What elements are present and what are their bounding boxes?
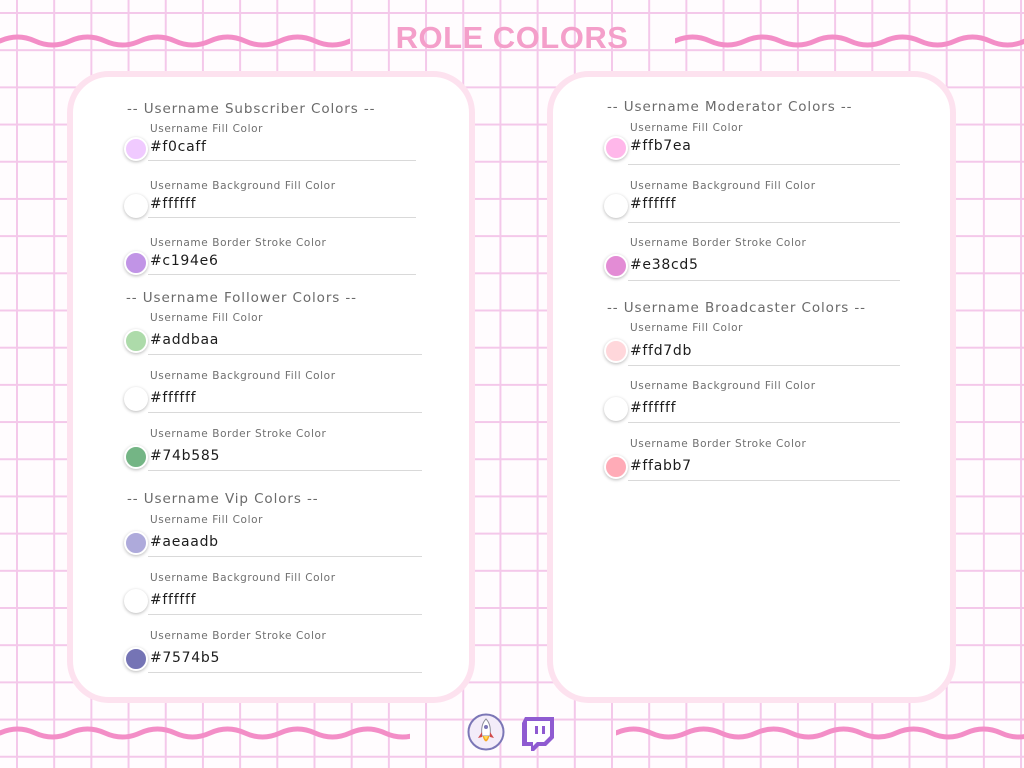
field-label: Username Border Stroke Color [630,438,807,450]
vip-fill-color-field[interactable]: Username Fill Color #aeaadb [124,514,424,570]
field-underline [148,412,422,413]
field-label: Username Background Fill Color [150,572,336,584]
color-swatch[interactable] [124,251,148,275]
field-underline [148,217,416,218]
color-value-input[interactable]: #c194e6 [150,253,219,269]
field-label: Username Border Stroke Color [150,630,327,642]
color-swatch[interactable] [124,647,148,671]
field-underline [148,160,416,161]
color-value-input[interactable]: #f0caff [150,139,207,155]
color-value-input[interactable]: #addbaa [150,332,219,348]
color-value-input[interactable]: #ffffff [150,390,196,406]
color-swatch[interactable] [124,329,148,353]
twitch-icon[interactable] [519,714,557,752]
follower-border-stroke-color-field[interactable]: Username Border Stroke Color #74b585 [124,428,424,484]
subscriber-fill-color-field[interactable]: Username Fill Color #f0caff [124,123,424,179]
field-label: Username Border Stroke Color [150,237,327,249]
color-swatch[interactable] [604,397,628,421]
follower-fill-color-field[interactable]: Username Fill Color #addbaa [124,312,424,368]
vip-colors-heading: -- Username Vip Colors -- [127,491,319,507]
field-label: Username Background Fill Color [630,380,816,392]
rocket-logo-icon[interactable] [467,713,505,751]
color-value-input[interactable]: #74b585 [150,448,220,464]
broadcaster-colors-heading: -- Username Broadcaster Colors -- [607,300,866,316]
color-swatch[interactable] [604,136,628,160]
field-label: Username Background Fill Color [150,370,336,382]
moderator-background-fill-color-field[interactable]: Username Background Fill Color #ffffff [604,180,904,236]
broadcaster-background-fill-color-field[interactable]: Username Background Fill Color #ffffff [604,380,904,436]
field-underline [628,222,900,223]
wave-decoration-bottom-right [616,726,1024,740]
color-value-input[interactable]: #ffffff [150,196,196,212]
field-underline [628,480,900,481]
field-label: Username Fill Color [630,122,744,134]
field-label: Username Background Fill Color [150,180,336,192]
color-swatch[interactable] [124,137,148,161]
moderator-fill-color-field[interactable]: Username Fill Color #ffb7ea [604,122,904,178]
moderator-border-stroke-color-field[interactable]: Username Border Stroke Color #e38cd5 [604,237,904,293]
field-label: Username Border Stroke Color [150,428,327,440]
color-value-input[interactable]: #ffb7ea [630,138,691,154]
vip-background-fill-color-field[interactable]: Username Background Fill Color #ffffff [124,572,424,628]
field-underline [148,354,422,355]
color-value-input[interactable]: #ffffff [150,592,196,608]
color-value-input[interactable]: #e38cd5 [630,257,699,273]
field-label: Username Fill Color [150,312,264,324]
color-swatch[interactable] [124,589,148,613]
wave-decoration-bottom-left [0,726,410,740]
color-swatch[interactable] [604,194,628,218]
field-underline [148,470,422,471]
field-label: Username Fill Color [150,123,264,135]
moderator-colors-heading: -- Username Moderator Colors -- [607,99,853,115]
color-swatch[interactable] [124,531,148,555]
follower-colors-heading: -- Username Follower Colors -- [126,290,357,306]
color-value-input[interactable]: #7574b5 [150,650,220,666]
color-swatch[interactable] [604,339,628,363]
subscriber-border-stroke-color-field[interactable]: Username Border Stroke Color #c194e6 [124,237,424,293]
field-label: Username Fill Color [150,514,264,526]
color-value-input[interactable]: #ffd7db [630,343,692,359]
field-label: Username Fill Color [630,322,744,334]
color-swatch[interactable] [604,254,628,278]
field-underline [148,274,416,275]
field-label: Username Background Fill Color [630,180,816,192]
color-value-input[interactable]: #aeaadb [150,534,219,550]
field-underline [628,164,900,165]
field-underline [148,556,422,557]
field-underline [628,365,900,366]
page-title: ROLE COLORS [395,20,629,55]
field-underline [148,672,422,673]
color-value-input[interactable]: #ffffff [630,400,676,416]
subscriber-colors-heading: -- Username Subscriber Colors -- [127,101,376,117]
broadcaster-border-stroke-color-field[interactable]: Username Border Stroke Color #ffabb7 [604,438,904,494]
color-value-input[interactable]: #ffabb7 [630,458,692,474]
color-swatch[interactable] [124,387,148,411]
field-underline [628,280,900,281]
field-underline [148,614,422,615]
subscriber-background-fill-color-field[interactable]: Username Background Fill Color #ffffff [124,180,424,236]
color-swatch[interactable] [124,194,148,218]
color-swatch[interactable] [604,455,628,479]
field-underline [628,422,900,423]
color-value-input[interactable]: #ffffff [630,196,676,212]
follower-background-fill-color-field[interactable]: Username Background Fill Color #ffffff [124,370,424,426]
color-swatch[interactable] [124,445,148,469]
broadcaster-fill-color-field[interactable]: Username Fill Color #ffd7db [604,322,904,378]
field-label: Username Border Stroke Color [630,237,807,249]
vip-border-stroke-color-field[interactable]: Username Border Stroke Color #7574b5 [124,630,424,686]
